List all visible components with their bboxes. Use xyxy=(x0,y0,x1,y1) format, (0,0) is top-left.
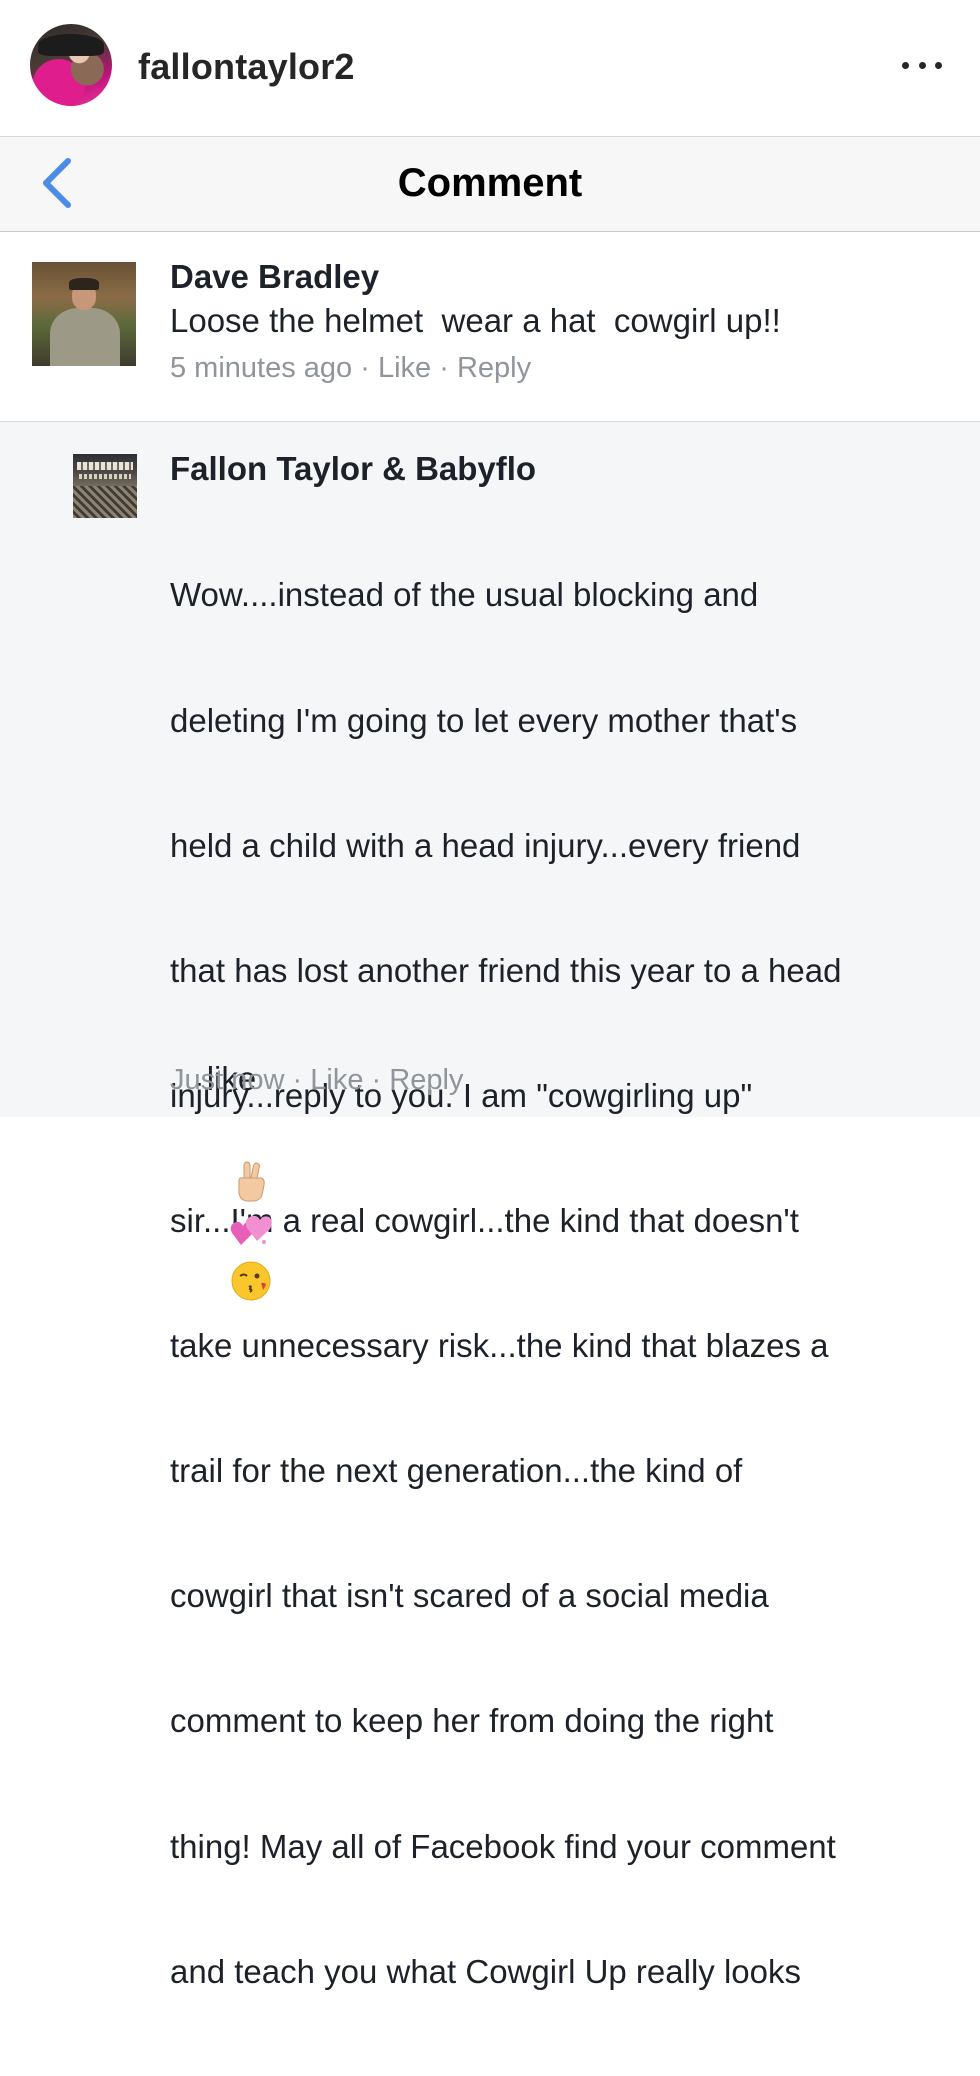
dot xyxy=(902,61,909,69)
reply-text-line: thing! May all of Facebook find your com… xyxy=(170,1827,836,1865)
comment-author[interactable]: Dave Bradley xyxy=(170,258,379,296)
dot xyxy=(935,61,942,69)
victory-hand-icon xyxy=(238,1161,265,1202)
reply-timestamp: Just now xyxy=(170,1064,285,1096)
reply-text-line: held a child with a head injury...every … xyxy=(170,826,801,864)
reply-text-line: comment to keep her from doing the right xyxy=(170,1702,774,1740)
reply-text-line: cowgirl that isn't scared of a social me… xyxy=(170,1577,769,1615)
instagram-post-header: fallontaylor2 xyxy=(0,0,980,136)
comment-meta: 5 minutes ago · Like · Reply xyxy=(170,352,531,385)
avatar-photo-area xyxy=(73,486,137,518)
reply-text-line: deleting I'm going to let every mother t… xyxy=(170,701,798,739)
emoji-group xyxy=(170,1160,273,1347)
comment-timestamp: 5 minutes ago xyxy=(170,352,353,384)
avatar-text-band xyxy=(79,474,131,479)
commenter-avatar[interactable] xyxy=(32,262,136,366)
reply-link[interactable]: Reply xyxy=(457,352,531,384)
comment-nav-bar: Comment xyxy=(0,136,980,232)
hat-shape xyxy=(38,34,104,56)
kissing-face-icon xyxy=(231,1261,271,1301)
reply-meta: Just now · Like · Reply xyxy=(170,1064,463,1097)
reply-text-line: trail for the next generation...the kind… xyxy=(170,1452,743,1490)
two-hearts-icon xyxy=(230,1216,272,1246)
reply-author[interactable]: Fallon Taylor & Babyflo xyxy=(170,450,536,488)
reply-item: Fallon Taylor & Babyflo Wow....instead o… xyxy=(0,422,980,1990)
meta-separator: · xyxy=(439,352,449,384)
reply-text-line: Wow....instead of the usual blocking and xyxy=(170,576,759,614)
reply-link[interactable]: Reply xyxy=(389,1064,463,1096)
like-link[interactable]: Like xyxy=(378,352,431,384)
profile-avatar[interactable] xyxy=(30,24,112,106)
meta-separator: · xyxy=(371,1064,382,1096)
meta-separator: · xyxy=(292,1064,303,1096)
comment-text: Loose the helmet wear a hat cowgirl up!! xyxy=(170,302,781,339)
dot xyxy=(918,61,926,69)
page-title: Comment xyxy=(397,161,583,205)
comment-item: Dave Bradley Loose the helmet wear a hat… xyxy=(0,232,980,422)
meta-separator: · xyxy=(360,352,370,384)
avatar-text-band xyxy=(77,462,133,470)
reply-text-line: that has lost another friend this year t… xyxy=(170,951,842,989)
reply-text-line: and teach you what Cowgirl Up really loo… xyxy=(170,1952,801,1990)
profile-username[interactable]: fallontaylor2 xyxy=(138,46,355,88)
replier-avatar[interactable] xyxy=(73,454,137,518)
avatar-body-shape xyxy=(50,308,120,366)
like-link[interactable]: Like xyxy=(310,1064,363,1096)
avatar-cap-shape xyxy=(69,278,99,290)
more-options-icon[interactable] xyxy=(902,50,942,80)
